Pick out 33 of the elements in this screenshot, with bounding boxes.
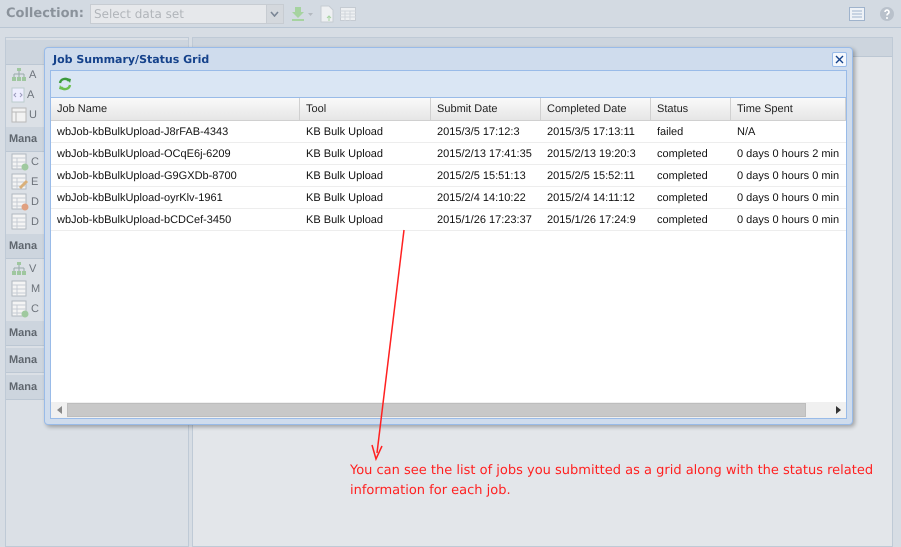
table-cell-text: 0 days 0 hours 0 min xyxy=(736,168,840,184)
table-cell-text: 2015/1/26 17:24:9 xyxy=(546,212,637,228)
table-cell-text: 0 days 0 hours 0 min xyxy=(736,212,840,228)
table-cell-text: 0 days 0 hours 2 min xyxy=(736,146,840,162)
table-cell-text: 2015/2/5 15:52:11 xyxy=(546,168,636,184)
table-cell-text: wbJob-kbBulkUpload-J8rFAB-4343 xyxy=(56,124,230,140)
table-cell-text: wbJob-kbBulkUpload-OCqE6j-6209 xyxy=(56,146,232,162)
table-cell-text: 2015/2/13 17:41:35 xyxy=(436,146,533,162)
collection-label: Collection: xyxy=(6,6,84,21)
table-cell-text: completed xyxy=(656,146,709,162)
table-cell-text: KB Bulk Upload xyxy=(305,168,384,184)
annotation-text: You can see the list of jobs you submitted as a grid along with the status related information for each job. xyxy=(350,462,874,500)
table-cell-text: completed xyxy=(656,190,709,206)
table-cell-text: 2015/2/4 14:11:12 xyxy=(546,190,636,206)
table-cell-text: 2015/2/13 19:20:3 xyxy=(546,146,637,162)
table-cell-text: KB Bulk Upload xyxy=(305,124,384,140)
table-cell-text: 2015/3/5 17:12:3 xyxy=(436,124,521,140)
dialog-title: Job Summary/Status Grid xyxy=(53,52,210,66)
table-cell-text: 2015/3/5 17:13:11 xyxy=(546,124,636,140)
table-cell-text: failed xyxy=(656,124,684,140)
table-cell-text: 2015/2/4 14:10:22 xyxy=(436,190,527,206)
table-cell-text: N/A xyxy=(736,124,756,140)
table-cell-text: completed xyxy=(656,168,709,184)
table-cell-text: completed xyxy=(656,212,709,228)
table-cell-text: KB Bulk Upload xyxy=(305,212,384,228)
table-cell-text: 2015/1/26 17:23:37 xyxy=(436,212,533,228)
table-cell-text: KB Bulk Upload xyxy=(305,146,384,162)
table-cell-text: wbJob-kbBulkUpload-G9GXDb-8700 xyxy=(56,168,238,184)
table-cell-text: wbJob-kbBulkUpload-oyrKlv-1961 xyxy=(56,190,224,206)
table-cell-text: 0 days 0 hours 0 min xyxy=(736,190,840,206)
table-cell-text: 2015/2/5 15:51:13 xyxy=(436,168,527,184)
table-cell-text: wbJob-kbBulkUpload-bCDCef-3450 xyxy=(56,212,232,228)
table-cell-text: KB Bulk Upload xyxy=(305,190,384,206)
